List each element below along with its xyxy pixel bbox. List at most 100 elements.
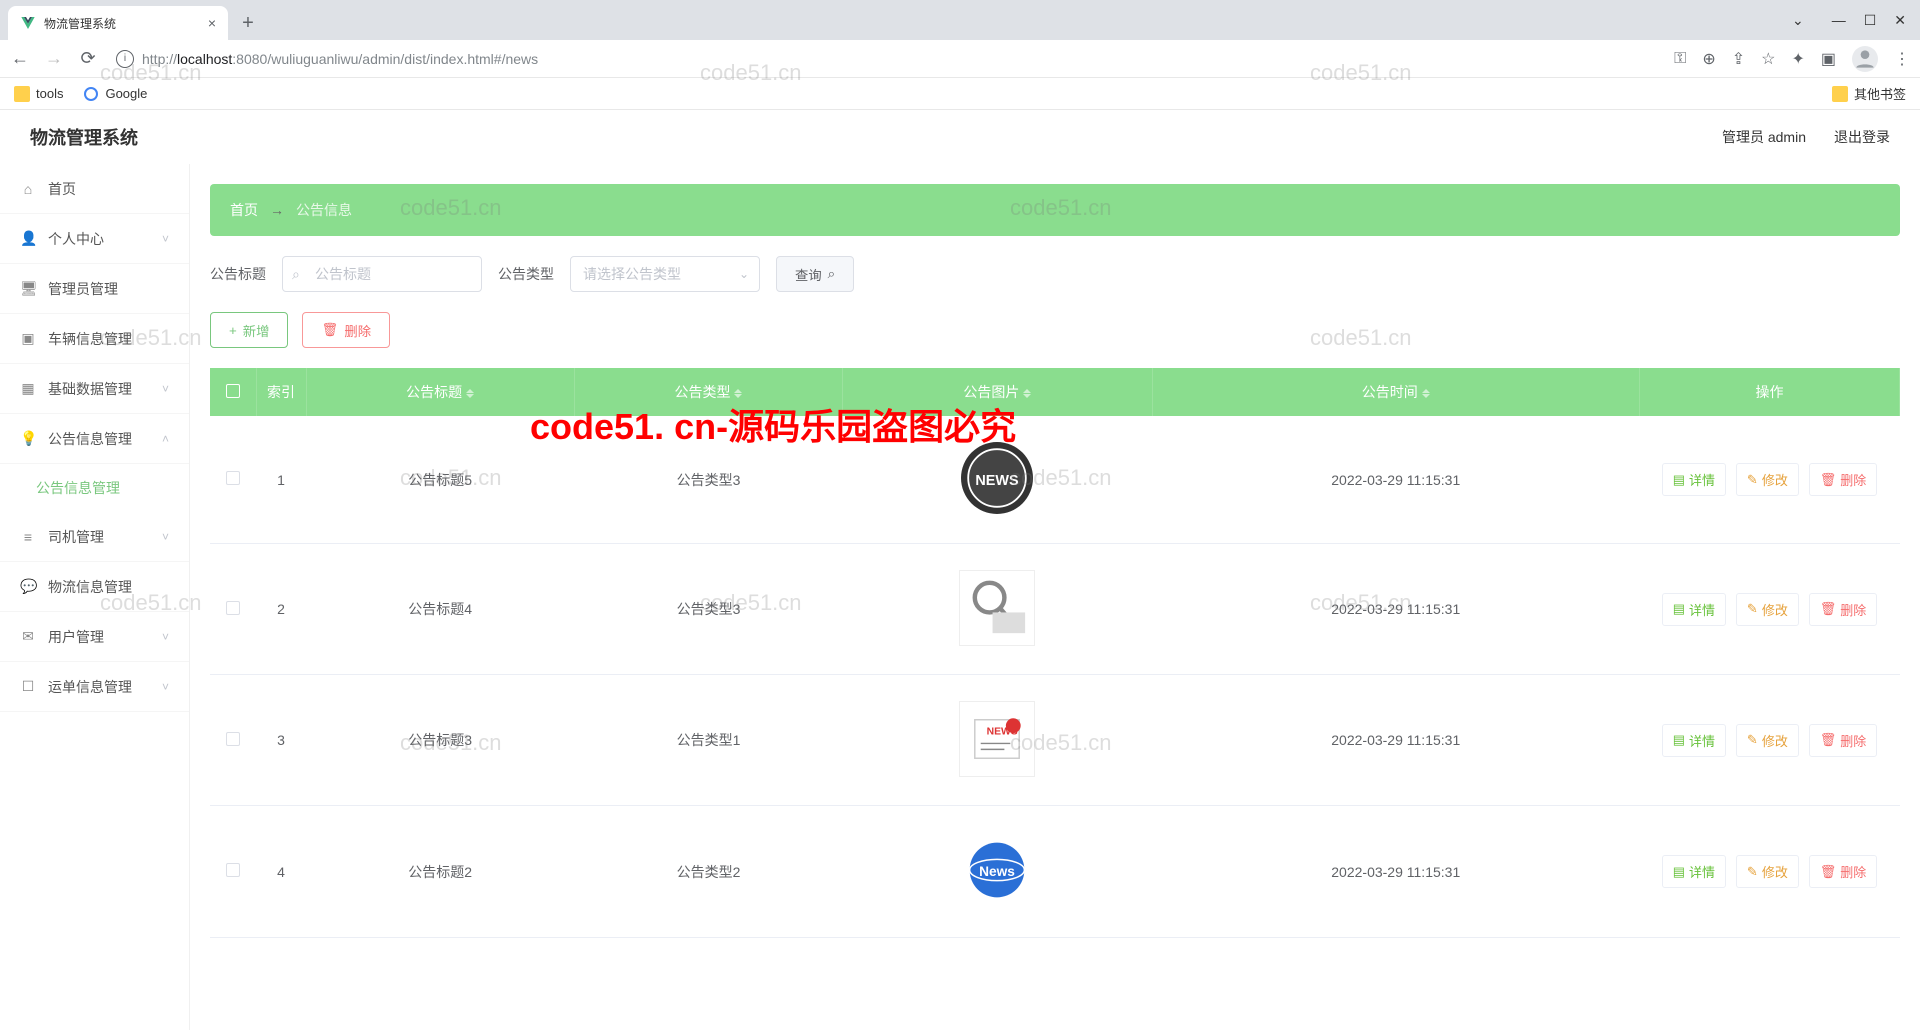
- menu-label: 管理员管理: [48, 279, 118, 299]
- bookmark-icon[interactable]: ☆: [1761, 49, 1775, 69]
- edit-button[interactable]: ✎修改: [1736, 855, 1799, 888]
- new-tab-button[interactable]: +: [234, 9, 262, 37]
- sidebar-item-mail[interactable]: ✉用户管理˅: [0, 612, 189, 662]
- table-header[interactable]: 公告类型: [574, 368, 842, 416]
- delete-button[interactable]: 🗑删除: [1809, 463, 1878, 496]
- menu-label: 用户管理: [48, 627, 104, 647]
- chrome-actions: ⚿ ⊕ ⇪ ☆ ✦ ▣ ⋮: [1674, 46, 1910, 72]
- detail-button[interactable]: ▤详情: [1662, 463, 1726, 496]
- bookmark-tools[interactable]: tools: [14, 86, 63, 102]
- sidebar-item-order[interactable]: ☐运单信息管理˅: [0, 662, 189, 712]
- table-header[interactable]: 公告图片: [843, 368, 1152, 416]
- query-button[interactable]: 查询 ⌕: [776, 256, 854, 292]
- logout-link[interactable]: 退出登录: [1834, 127, 1890, 147]
- list-icon: ▤: [1673, 472, 1685, 488]
- detail-button[interactable]: ▤详情: [1662, 855, 1726, 888]
- sort-icon[interactable]: [734, 389, 742, 398]
- sidebar-subitem[interactable]: 公告信息管理: [0, 464, 189, 512]
- row-checkbox[interactable]: [226, 863, 240, 877]
- delete-button[interactable]: 🗑删除: [1809, 724, 1878, 757]
- chevron-down-icon: ˅: [162, 232, 169, 246]
- table-header[interactable]: 公告时间: [1152, 368, 1639, 416]
- title-input[interactable]: [282, 256, 482, 292]
- edit-button[interactable]: ✎修改: [1736, 463, 1799, 496]
- detail-button[interactable]: ▤详情: [1662, 724, 1726, 757]
- table-header[interactable]: 公告标题: [306, 368, 574, 416]
- row-title: 公告标题2: [306, 806, 574, 938]
- svg-text:News: News: [979, 864, 1015, 879]
- app-title: 物流管理系统: [30, 124, 138, 150]
- sidebar-item-bulb[interactable]: 💡公告信息管理˄: [0, 414, 189, 464]
- minimize-icon[interactable]: —: [1832, 12, 1846, 28]
- news-image: NEWS: [959, 701, 1035, 777]
- row-type: 公告类型2: [574, 806, 842, 938]
- menu-label: 运单信息管理: [48, 677, 132, 697]
- sort-icon[interactable]: [466, 389, 474, 398]
- breadcrumb-current: 公告信息: [296, 200, 352, 220]
- type-label: 公告类型: [498, 264, 554, 284]
- edit-button[interactable]: ✎修改: [1736, 724, 1799, 757]
- sidebar-item-admin[interactable]: 🖥管理员管理: [0, 264, 189, 314]
- sort-icon[interactable]: [1023, 389, 1031, 398]
- bookmark-google[interactable]: Google: [83, 86, 147, 102]
- delete-button[interactable]: 🗑删除: [1809, 855, 1878, 888]
- key-icon[interactable]: ⚿: [1674, 50, 1686, 68]
- trash-icon: 🗑: [1820, 732, 1837, 748]
- sidebar-item-home[interactable]: ⌂首页: [0, 164, 189, 214]
- sidebar-item-msg[interactable]: 💬物流信息管理: [0, 562, 189, 612]
- svg-text:NEWS: NEWS: [976, 473, 1020, 489]
- sidebar-item-user[interactable]: 👤个人中心˅: [0, 214, 189, 264]
- zoom-icon[interactable]: ⊕: [1702, 49, 1715, 69]
- back-icon[interactable]: ←: [10, 48, 30, 69]
- user-label[interactable]: 管理员 admin: [1722, 127, 1806, 147]
- table-row: 4 公告标题2 公告类型2 News 2022-03-29 11:15:31 ▤…: [210, 806, 1900, 938]
- tabs-dropdown-icon[interactable]: ⌄: [1792, 12, 1804, 29]
- site-info-icon[interactable]: i: [116, 50, 134, 68]
- share-icon[interactable]: ⇪: [1732, 49, 1745, 69]
- google-icon: [83, 86, 99, 102]
- edit-button[interactable]: ✎修改: [1736, 593, 1799, 626]
- sort-icon[interactable]: [1422, 389, 1430, 398]
- address-bar[interactable]: i http://localhost:8080/wuliuguanliwu/ad…: [112, 50, 1660, 68]
- action-row: + 新增 🗑 删除: [210, 312, 1900, 348]
- select-all-checkbox[interactable]: [226, 384, 240, 398]
- chevron-down-icon: ⌄: [739, 267, 749, 281]
- bulb-icon: 💡: [20, 430, 36, 447]
- close-icon[interactable]: ×: [208, 15, 216, 31]
- delete-button[interactable]: 🗑删除: [1809, 593, 1878, 626]
- extensions-icon[interactable]: ✦: [1791, 49, 1804, 69]
- sidebar-item-driver[interactable]: ≡司机管理˅: [0, 512, 189, 562]
- app-header: 物流管理系统 管理员 admin 退出登录: [0, 110, 1920, 164]
- sidepanel-icon[interactable]: ▣: [1821, 49, 1836, 69]
- select-placeholder: 请选择公告类型: [583, 264, 681, 284]
- batch-delete-button[interactable]: 🗑 删除: [302, 312, 390, 348]
- add-button[interactable]: + 新增: [210, 312, 288, 348]
- table-header[interactable]: 操作: [1640, 368, 1900, 416]
- profile-avatar[interactable]: [1852, 46, 1878, 72]
- plus-icon: +: [229, 323, 237, 338]
- row-checkbox[interactable]: [226, 732, 240, 746]
- browser-tab[interactable]: 物流管理系统 ×: [8, 6, 228, 40]
- row-time: 2022-03-29 11:15:31: [1152, 544, 1639, 675]
- sidebar-item-grid[interactable]: ▦基础数据管理˅: [0, 364, 189, 414]
- detail-button[interactable]: ▤详情: [1662, 593, 1726, 626]
- list-icon: ▤: [1673, 601, 1685, 617]
- row-checkbox[interactable]: [226, 471, 240, 485]
- breadcrumb-home[interactable]: 首页: [230, 200, 258, 220]
- trash-icon: 🗑: [321, 322, 338, 338]
- table-header[interactable]: 索引: [256, 368, 306, 416]
- row-checkbox[interactable]: [226, 601, 240, 615]
- type-select[interactable]: 请选择公告类型 ⌄: [570, 256, 760, 292]
- forward-icon[interactable]: →: [44, 48, 64, 69]
- row-time: 2022-03-29 11:15:31: [1152, 806, 1639, 938]
- menu-icon[interactable]: ⋮: [1894, 49, 1910, 69]
- list-icon: ▤: [1673, 732, 1685, 748]
- reload-icon[interactable]: ⟳: [78, 48, 98, 69]
- bookmark-other[interactable]: 其他书签: [1832, 84, 1906, 103]
- maximize-icon[interactable]: ☐: [1864, 12, 1877, 29]
- sidebar-item-car[interactable]: ▣车辆信息管理: [0, 314, 189, 364]
- close-window-icon[interactable]: ✕: [1894, 12, 1906, 29]
- table-row: 2 公告标题4 公告类型3 2022-03-29 11:15:31 ▤详情 ✎修…: [210, 544, 1900, 675]
- table-row: 3 公告标题3 公告类型1 NEWS 2022-03-29 11:15:31 ▤…: [210, 675, 1900, 806]
- row-title: 公告标题3: [306, 675, 574, 806]
